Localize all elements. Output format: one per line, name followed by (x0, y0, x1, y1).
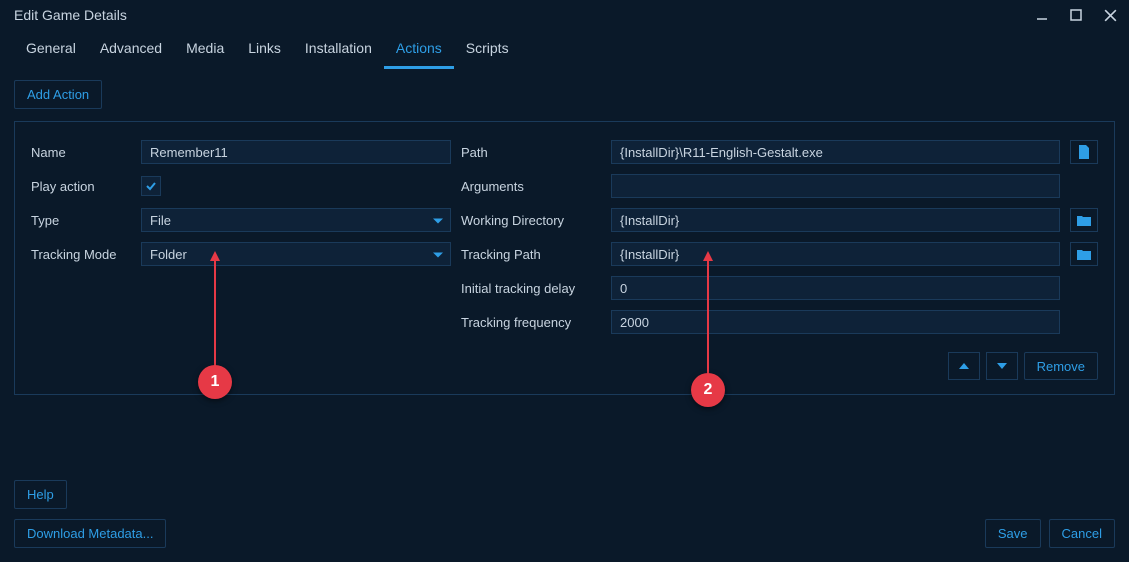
tracking-frequency-input[interactable] (611, 310, 1060, 334)
arguments-input[interactable] (611, 174, 1060, 198)
label-path: Path (461, 145, 601, 160)
download-metadata-button[interactable]: Download Metadata... (14, 519, 166, 548)
minimize-button[interactable] (1033, 6, 1051, 24)
save-button[interactable]: Save (985, 519, 1041, 548)
label-name: Name (31, 145, 131, 160)
titlebar: Edit Game Details (0, 0, 1129, 30)
tabs: General Advanced Media Links Installatio… (0, 30, 1129, 70)
tab-links[interactable]: Links (236, 30, 293, 69)
working-directory-browse-button[interactable] (1070, 208, 1098, 232)
triangle-down-icon (997, 363, 1007, 369)
move-down-button[interactable] (986, 352, 1018, 380)
panel-footer: Remove (31, 352, 1098, 380)
window-controls (1033, 6, 1119, 24)
initial-tracking-delay-input[interactable] (611, 276, 1060, 300)
label-arguments: Arguments (461, 179, 601, 194)
path-browse-button[interactable] (1070, 140, 1098, 164)
bottom-bar: Help Download Metadata... Save Cancel (0, 470, 1129, 562)
window-title: Edit Game Details (14, 7, 127, 23)
action-panel: Name Path Play action Arguments Type (14, 121, 1115, 395)
label-tracking-path: Tracking Path (461, 247, 601, 262)
cancel-button[interactable]: Cancel (1049, 519, 1115, 548)
name-input[interactable] (141, 140, 451, 164)
tracking-path-browse-button[interactable] (1070, 242, 1098, 266)
content: Add Action Name Path Play action Argumen… (0, 70, 1129, 405)
label-working-directory: Working Directory (461, 213, 601, 228)
play-action-checkbox[interactable] (141, 176, 161, 196)
tab-installation[interactable]: Installation (293, 30, 384, 69)
tab-general[interactable]: General (14, 30, 88, 69)
maximize-button[interactable] (1067, 6, 1085, 24)
close-button[interactable] (1101, 6, 1119, 24)
tab-actions[interactable]: Actions (384, 30, 454, 69)
tracking-mode-select[interactable] (141, 242, 451, 266)
label-type: Type (31, 213, 131, 228)
path-input[interactable] (611, 140, 1060, 164)
label-tracking-frequency: Tracking frequency (461, 315, 601, 330)
label-play-action: Play action (31, 179, 131, 194)
help-button[interactable]: Help (14, 480, 67, 509)
tracking-path-input[interactable] (611, 242, 1060, 266)
remove-button[interactable]: Remove (1024, 352, 1098, 380)
label-initial-tracking-delay: Initial tracking delay (461, 281, 601, 296)
check-icon (145, 180, 157, 192)
tab-scripts[interactable]: Scripts (454, 30, 521, 69)
file-icon (1078, 145, 1090, 159)
tab-advanced[interactable]: Advanced (88, 30, 174, 69)
working-directory-input[interactable] (611, 208, 1060, 232)
tab-media[interactable]: Media (174, 30, 236, 69)
folder-icon (1077, 215, 1091, 226)
type-select[interactable] (141, 208, 451, 232)
form-grid: Name Path Play action Arguments Type (31, 140, 1098, 334)
move-up-button[interactable] (948, 352, 980, 380)
add-action-button[interactable]: Add Action (14, 80, 102, 109)
triangle-up-icon (959, 363, 969, 369)
label-tracking-mode: Tracking Mode (31, 247, 131, 262)
folder-icon (1077, 249, 1091, 260)
